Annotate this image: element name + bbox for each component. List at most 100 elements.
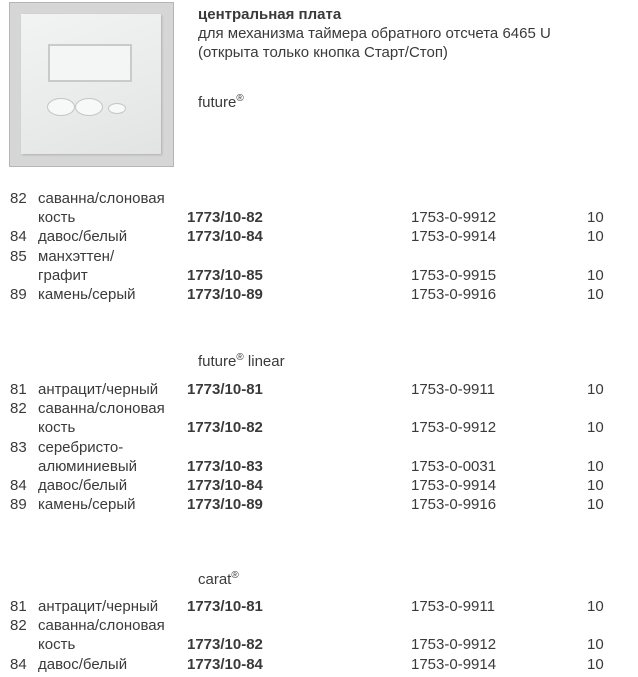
table-row: 84 давос/белый 1773/10-84 1753-0-9914 10 [0,656,638,674]
series-heading: carat® [198,570,239,588]
pack-quantity: 10 [587,598,604,615]
table-row: 82 саванна/слоновая [0,400,638,418]
pack-quantity: 10 [587,496,604,513]
product-description-line-2: (открыта только кнопка Старт/Стоп) [198,44,448,61]
series-name: future [198,94,237,111]
product-description-line-1: для механизма таймера обратного отсчета … [198,25,551,42]
pack-quantity: 10 [587,209,604,226]
color-name: кость [38,636,76,653]
color-name: алюминиевый [38,458,138,475]
color-name: саванна/слоновая [38,190,165,207]
color-name: давос/белый [38,656,128,673]
pack-quantity: 10 [587,267,604,284]
cover-plate-illustration [21,14,161,154]
order-number: 1753-0-9912 [411,209,497,226]
left-button-illustration [47,98,75,116]
series-name: carat [198,571,232,588]
code: 83 [10,439,27,456]
indicator-illustration [108,103,126,114]
table-row: 83 серебристо- [0,439,638,457]
color-name: саванна/слоновая [38,617,165,634]
code: 84 [10,656,27,673]
table-row: 81 антрацит/черный 1773/10-81 1753-0-9911 10 [0,598,638,616]
order-number: 1753-0-9914 [411,477,497,494]
order-number: 1753-0-0031 [411,458,497,475]
article-number: 1773/10-81 [187,598,263,615]
table-row: кость 1773/10-82 1753-0-9912 10 [0,209,638,227]
article-number: 1773/10-89 [187,286,263,303]
product-header: центральная плата для механизма таймера … [198,5,551,62]
order-number: 1753-0-9915 [411,267,497,284]
table-row: кость 1773/10-82 1753-0-9912 10 [0,636,638,654]
registered-mark: ® [236,93,244,104]
code: 82 [10,400,27,417]
table-row: алюминиевый 1773/10-83 1753-0-0031 10 [0,458,638,476]
order-number: 1753-0-9911 [411,381,495,398]
pack-quantity: 10 [587,228,604,245]
code: 81 [10,598,27,615]
table-row: 84 давос/белый 1773/10-84 1753-0-9914 10 [0,228,638,246]
product-title: центральная плата [198,6,342,23]
table-row: 85 манхэттен/ [0,248,638,266]
pack-quantity: 10 [587,286,604,303]
color-name: серебристо- [38,439,124,456]
article-number: 1773/10-85 [187,267,263,284]
order-number: 1753-0-9916 [411,496,497,513]
display-window [48,44,132,82]
color-name: графит [38,267,88,284]
pack-quantity: 10 [587,419,604,436]
code: 89 [10,286,27,303]
series-heading: future® linear [198,352,285,370]
order-number: 1753-0-9914 [411,228,497,245]
color-name: антрацит/черный [38,381,159,398]
pack-quantity: 10 [587,636,604,653]
product-image [9,2,174,167]
color-name: антрацит/черный [38,598,159,615]
order-number: 1753-0-9916 [411,286,497,303]
table-row: 81 антрацит/черный 1773/10-81 1753-0-9911 10 [0,381,638,399]
code: 82 [10,190,27,207]
registered-mark: ® [231,570,239,581]
registered-mark: ® [236,352,244,363]
color-name: кость [38,419,76,436]
article-number: 1773/10-81 [187,381,263,398]
color-name: манхэттен/ [38,248,115,265]
code: 82 [10,617,27,634]
article-number: 1773/10-89 [187,496,263,513]
color-name: давос/белый [38,228,128,245]
pack-quantity: 10 [587,458,604,475]
series-suffix: linear [243,353,285,370]
article-number: 1773/10-84 [187,656,263,673]
code: 81 [10,381,27,398]
table-row: 82 саванна/слоновая [0,617,638,635]
code: 85 [10,248,27,265]
table-row: графит 1773/10-85 1753-0-9915 10 [0,267,638,285]
table-row: 82 саванна/слоновая [0,190,638,208]
pack-quantity: 10 [587,477,604,494]
table-row: 89 камень/серый 1773/10-89 1753-0-9916 10 [0,496,638,514]
table-row: 84 давос/белый 1773/10-84 1753-0-9914 10 [0,477,638,495]
pack-quantity: 10 [587,656,604,673]
series-name: future [198,353,237,370]
table-row: кость 1773/10-82 1753-0-9912 10 [0,419,638,437]
code: 84 [10,477,27,494]
order-number: 1753-0-9912 [411,636,497,653]
color-name: саванна/слоновая [38,400,165,417]
article-number: 1773/10-84 [187,477,263,494]
color-name: камень/серый [38,496,136,513]
code: 84 [10,228,27,245]
article-number: 1773/10-82 [187,419,263,436]
color-name: камень/серый [38,286,136,303]
order-number: 1753-0-9912 [411,419,497,436]
color-name: кость [38,209,76,226]
order-number: 1753-0-9911 [411,598,495,615]
color-name: давос/белый [38,477,128,494]
article-number: 1773/10-84 [187,228,263,245]
article-number: 1773/10-83 [187,458,263,475]
article-number: 1773/10-82 [187,636,263,653]
order-number: 1753-0-9914 [411,656,497,673]
article-number: 1773/10-82 [187,209,263,226]
series-heading: future® [198,93,244,111]
pack-quantity: 10 [587,381,604,398]
right-button-illustration [75,98,103,116]
